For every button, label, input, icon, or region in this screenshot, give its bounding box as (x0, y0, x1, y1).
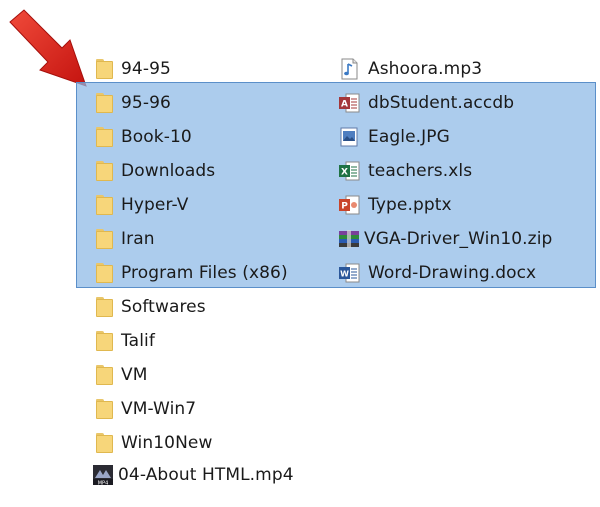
list-item[interactable]: Hyper-V (96, 190, 188, 220)
folder-icon (96, 59, 113, 79)
word-file-icon: W (338, 262, 360, 284)
item-label: Talif (121, 331, 155, 351)
item-label: teachers.xls (368, 161, 473, 181)
list-item[interactable]: Book-10 (96, 122, 192, 152)
folder-icon (96, 127, 113, 147)
svg-text:A: A (341, 100, 348, 110)
item-label: Program Files (x86) (121, 263, 288, 283)
item-label: 04-About HTML.mp4 (118, 465, 294, 485)
folder-icon (96, 399, 113, 419)
list-item[interactable]: 95-96 (96, 88, 171, 118)
item-label: Downloads (121, 161, 216, 181)
list-item[interactable]: Program Files (x86) (96, 258, 288, 288)
list-item[interactable]: Talif (96, 326, 155, 356)
list-item[interactable]: P Type.pptx (338, 190, 452, 220)
item-label: 94-95 (121, 59, 171, 79)
item-label: VGA-Driver_Win10.zip (364, 229, 553, 249)
file-explorer-view: 94-95 95-96 Book-10 Downloads Hyper-V Ir… (0, 0, 600, 507)
image-file-icon (338, 126, 360, 148)
powerpoint-file-icon: P (338, 194, 360, 216)
folder-icon (96, 365, 113, 385)
folder-icon (96, 229, 113, 249)
folder-icon (96, 161, 113, 181)
list-item[interactable]: Downloads (96, 156, 215, 186)
folder-icon (96, 433, 113, 453)
list-item[interactable]: Win10New (96, 428, 212, 458)
item-label: Eagle.JPG (368, 127, 450, 147)
item-label: dbStudent.accdb (368, 93, 515, 113)
item-label: VM-Win7 (121, 399, 197, 419)
list-item[interactable]: Eagle.JPG (338, 122, 450, 152)
list-item[interactable]: A dbStudent.accdb (338, 88, 514, 118)
list-item[interactable]: VGA-Driver_Win10.zip (338, 224, 552, 254)
list-item[interactable]: Ashoora.mp3 (338, 54, 482, 84)
item-label: Hyper-V (121, 195, 189, 215)
item-label: Word-Drawing.docx (368, 263, 537, 283)
folder-icon (96, 331, 113, 351)
list-item[interactable]: Iran (96, 224, 155, 254)
item-label: Type.pptx (368, 195, 452, 215)
item-label: 95-96 (121, 93, 171, 113)
list-item[interactable]: W Word-Drawing.docx (338, 258, 536, 288)
list-item[interactable]: VM (96, 360, 148, 390)
svg-text:P: P (341, 202, 348, 212)
zip-file-icon (338, 228, 360, 250)
folder-icon (96, 93, 113, 113)
video-file-icon: MP4 (92, 464, 114, 486)
item-label: Softwares (121, 297, 206, 317)
list-item[interactable]: X teachers.xls (338, 156, 472, 186)
folder-icon (96, 195, 113, 215)
list-item[interactable]: Softwares (96, 292, 206, 322)
list-item[interactable]: MP4 04-About HTML.mp4 (92, 460, 294, 490)
svg-text:W: W (340, 270, 349, 279)
folder-icon (96, 263, 113, 283)
list-item[interactable]: VM-Win7 (96, 394, 196, 424)
audio-file-icon (338, 58, 360, 80)
item-label: VM (121, 365, 148, 385)
item-label: Book-10 (121, 127, 192, 147)
item-label: Ashoora.mp3 (368, 59, 483, 79)
folder-icon (96, 297, 113, 317)
svg-text:X: X (341, 168, 348, 178)
excel-file-icon: X (338, 160, 360, 182)
item-label: Win10New (121, 433, 213, 453)
item-label: Iran (121, 229, 155, 249)
access-file-icon: A (338, 92, 360, 114)
red-arrow-icon (9, 9, 87, 87)
list-item[interactable]: 94-95 (96, 54, 171, 84)
svg-text:MP4: MP4 (98, 481, 109, 487)
